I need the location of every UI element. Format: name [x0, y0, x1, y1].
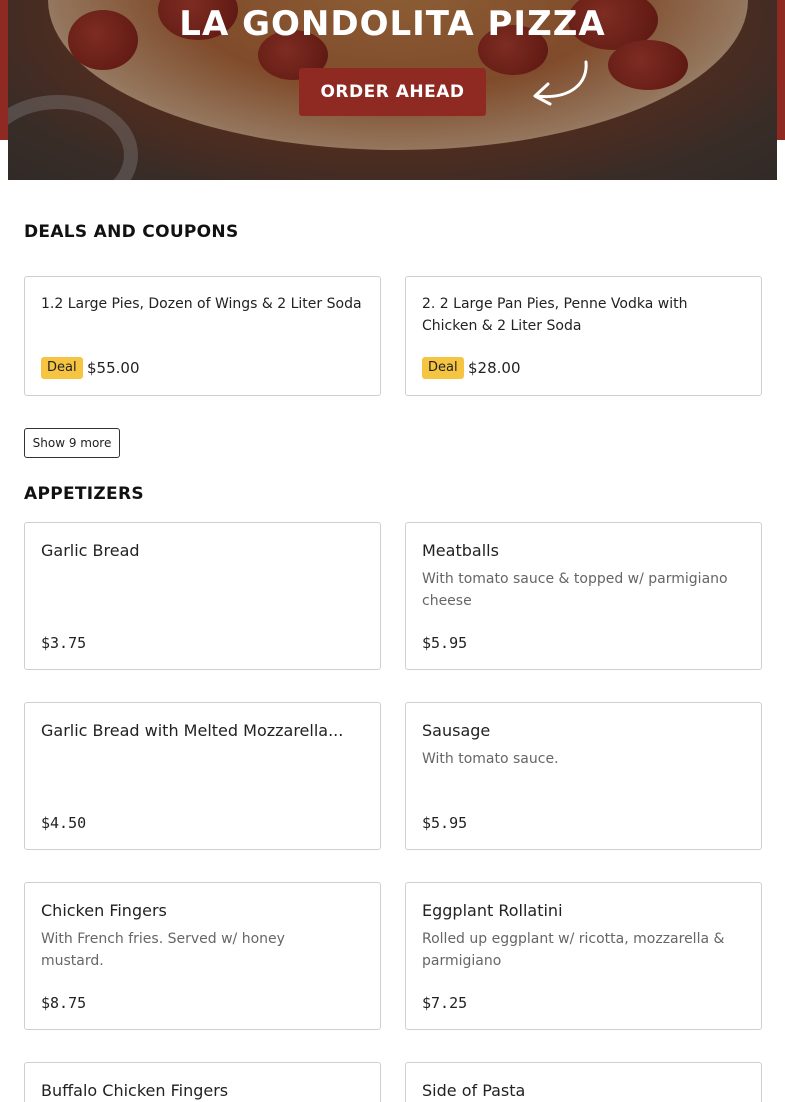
- menu-item-name: Sausage: [422, 721, 491, 740]
- menu-item-card[interactable]: Side of Pasta: [405, 1062, 762, 1102]
- restaurant-title: LA GONDOLITA PIZZA: [179, 4, 606, 44]
- menu-item-name: Garlic Bread: [41, 541, 140, 560]
- menu-item-card[interactable]: Sausage With tomato sauce. $5.95: [405, 702, 762, 850]
- menu-item-name: Buffalo Chicken Fingers: [41, 1081, 229, 1100]
- deals-section-title: DEALS AND COUPONS: [24, 222, 239, 242]
- deal-name: 1.2 Large Pies, Dozen of Wings & 2 Liter…: [41, 296, 362, 312]
- menu-item-card[interactable]: Eggplant Rollatini Rolled up eggplant w/…: [405, 882, 762, 1030]
- curved-arrow-icon: [533, 60, 588, 106]
- menu-item-card[interactable]: Garlic Bread $3.75: [24, 522, 381, 670]
- menu-item-description: Rolled up eggplant w/ ricotta, mozzarell…: [422, 931, 725, 969]
- deal-price: $28.00: [468, 359, 521, 377]
- menu-item-price: $5.95: [422, 814, 468, 832]
- menu-item-name: Eggplant Rollatini: [422, 901, 563, 920]
- deal-badge: Deal: [422, 357, 464, 379]
- appetizers-section-title: APPETIZERS: [24, 484, 144, 504]
- deal-card[interactable]: 1.2 Large Pies, Dozen of Wings & 2 Liter…: [24, 276, 381, 396]
- menu-item-card[interactable]: Garlic Bread with Melted Mozzarella... $…: [24, 702, 381, 850]
- menu-item-card[interactable]: Meatballs With tomato sauce & topped w/ …: [405, 522, 762, 670]
- menu-item-price: $4.50: [41, 814, 87, 832]
- menu-item-card[interactable]: Buffalo Chicken Fingers: [24, 1062, 381, 1102]
- menu-item-name: Meatballs: [422, 541, 499, 560]
- order-ahead-button[interactable]: ORDER AHEAD: [299, 68, 486, 116]
- menu-item-name: Garlic Bread with Melted Mozzarella...: [41, 721, 344, 740]
- menu-item-description: With French fries. Served w/ honey musta…: [41, 931, 285, 969]
- menu-item-price: $3.75: [41, 634, 87, 652]
- deal-price: $55.00: [87, 359, 140, 377]
- show-more-deals-button[interactable]: Show 9 more: [24, 428, 120, 458]
- menu-item-name: Chicken Fingers: [41, 901, 167, 920]
- deal-badge: Deal: [41, 357, 83, 379]
- deal-name: 2. 2 Large Pan Pies, Penne Vodka with Ch…: [422, 296, 688, 334]
- menu-item-price: $7.25: [422, 994, 468, 1012]
- menu-item-price: $8.75: [41, 994, 87, 1012]
- menu-item-description: With tomato sauce.: [422, 751, 559, 767]
- menu-item-price: $5.95: [422, 634, 468, 652]
- menu-item-name: Side of Pasta: [422, 1081, 526, 1100]
- menu-item-description: With tomato sauce & topped w/ parmigiano…: [422, 571, 728, 609]
- menu-item-card[interactable]: Chicken Fingers With French fries. Serve…: [24, 882, 381, 1030]
- deal-card[interactable]: 2. 2 Large Pan Pies, Penne Vodka with Ch…: [405, 276, 762, 396]
